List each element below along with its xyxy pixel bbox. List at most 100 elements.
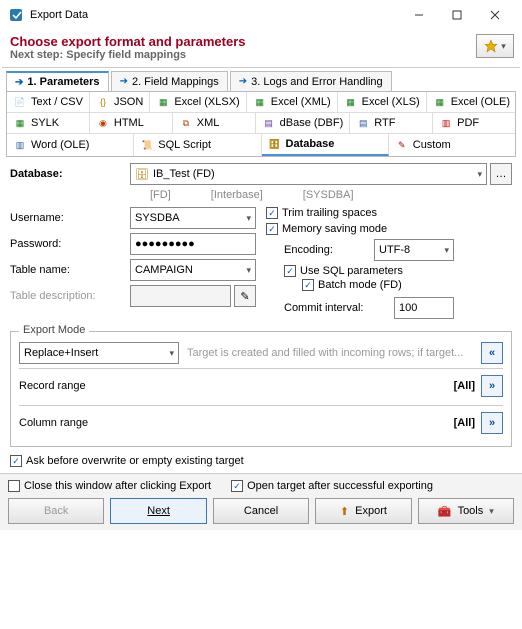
format-grid: 📄Text / CSV {}JSON ▦Excel (XLSX) ▦Excel … (6, 91, 516, 157)
sqlparams-checkbox[interactable]: ✓Use SQL parameters (284, 265, 512, 277)
arrow-icon: ➔ (239, 76, 247, 87)
page-subtitle: Next step: Specify field mappings (10, 49, 512, 61)
commit-input[interactable]: 100 (394, 297, 454, 319)
fmt-json[interactable]: {}JSON (90, 92, 150, 112)
database-browse-button[interactable]: … (490, 163, 512, 185)
database-label: Database: (10, 168, 130, 180)
excel-icon: ▦ (433, 95, 447, 109)
tools-button[interactable]: 🧰Tools▾ (418, 498, 514, 524)
app-icon (8, 7, 24, 23)
fmt-xls[interactable]: ▦Excel (XLS) (338, 92, 427, 112)
trim-checkbox[interactable]: ✓Trim trailing spaces (266, 207, 512, 219)
desc-edit-button[interactable]: ✎ (234, 285, 256, 307)
chevron-down-icon: ▾ (477, 169, 482, 180)
xml-icon: ⧉ (179, 116, 193, 130)
export-mode-label: Export Mode (19, 324, 89, 336)
commit-label: Commit interval: (284, 302, 394, 314)
back-button[interactable]: Back (8, 498, 104, 524)
export-mode-combo[interactable]: Replace+Insert▾ (19, 342, 179, 364)
fmt-sql[interactable]: 📜SQL Script (134, 134, 261, 156)
fmt-excel-ole[interactable]: ▦Excel (OLE) (427, 92, 516, 112)
footer: Close this window after clicking Export … (0, 473, 522, 530)
excel-icon: ▦ (344, 95, 358, 109)
column-range-value: [All] (454, 417, 475, 429)
fmt-html[interactable]: ◉HTML (90, 113, 173, 133)
encoding-label: Encoding: (284, 244, 374, 256)
fmt-sylk[interactable]: ▦SYLK (7, 113, 90, 133)
database-icon: 🗄 (268, 137, 282, 151)
db-icon: 🗄 (135, 168, 149, 181)
export-mode-hint: Target is created and filled with incomi… (187, 347, 473, 359)
fmt-rtf[interactable]: ▤RTF (350, 113, 433, 133)
pencil-icon: ✎ (240, 290, 249, 303)
next-button[interactable]: Next (110, 498, 206, 524)
minimize-button[interactable] (400, 2, 438, 28)
database-meta: [FD][Interbase][SYSDBA] (10, 189, 512, 201)
username-input[interactable]: SYSDBA▾ (130, 207, 256, 229)
fmt-xml[interactable]: ⧉XML (173, 113, 256, 133)
record-range-expand-button[interactable]: » (481, 375, 503, 397)
chevron-down-icon: ▾ (444, 245, 449, 256)
fmt-database[interactable]: 🗄Database (262, 134, 389, 156)
page-title: Choose export format and parameters (10, 34, 512, 49)
fmt-custom[interactable]: ✎Custom (389, 134, 515, 156)
export-button[interactable]: ⬆Export (315, 498, 411, 524)
pdf-icon: ▥ (439, 116, 453, 130)
sql-icon: 📜 (140, 138, 154, 152)
desc-label: Table description: (10, 290, 130, 302)
custom-icon: ✎ (395, 138, 409, 152)
titlebar: Export Data (0, 0, 522, 30)
collapse-button[interactable]: « (481, 342, 503, 364)
column-range-label: Column range (19, 417, 454, 429)
favorites-button[interactable]: ▾ (476, 34, 514, 58)
desc-input[interactable] (130, 285, 231, 307)
export-icon: ⬆ (340, 505, 349, 518)
column-range-expand-button[interactable]: » (481, 412, 503, 434)
fmt-excel-xml[interactable]: ▦Excel (XML) (247, 92, 338, 112)
close-after-checkbox[interactable]: Close this window after clicking Export (8, 480, 211, 492)
rtf-icon: ▤ (356, 116, 370, 130)
chevron-down-icon: ▾ (501, 41, 506, 52)
sylk-icon: ▦ (13, 116, 27, 130)
batch-checkbox[interactable]: ✓Batch mode (FD) (302, 279, 512, 291)
chevron-down-icon: ▾ (169, 348, 174, 359)
fmt-dbf[interactable]: ▤dBase (DBF) (256, 113, 351, 133)
wizard-tabs: ➔1. Parameters ➔2. Field Mappings ➔3. Lo… (0, 68, 522, 91)
maximize-button[interactable] (438, 2, 476, 28)
fmt-text[interactable]: 📄Text / CSV (7, 92, 90, 112)
window-title: Export Data (30, 9, 400, 21)
json-icon: {} (96, 95, 110, 109)
table-combo[interactable]: CAMPAIGN▾ (130, 259, 256, 281)
tab-logs[interactable]: ➔3. Logs and Error Handling (230, 71, 392, 91)
chevron-down-icon: ▾ (246, 265, 251, 276)
open-after-checkbox[interactable]: ✓Open target after successful exporting (231, 480, 433, 492)
memory-checkbox[interactable]: ✓Memory saving mode (266, 223, 512, 235)
password-label: Password: (10, 238, 130, 250)
username-label: Username: (10, 212, 130, 224)
fmt-word[interactable]: ▥Word (OLE) (7, 134, 134, 156)
arrow-icon: ➔ (120, 76, 128, 87)
record-range-value: [All] (454, 380, 475, 392)
fmt-pdf[interactable]: ▥PDF (433, 113, 515, 133)
word-icon: ▥ (13, 138, 27, 152)
cancel-button[interactable]: Cancel (213, 498, 309, 524)
header: Choose export format and parameters Next… (0, 30, 522, 67)
excel-icon: ▦ (156, 95, 170, 109)
record-range-label: Record range (19, 380, 454, 392)
close-button[interactable] (476, 2, 514, 28)
tab-parameters[interactable]: ➔1. Parameters (6, 71, 109, 91)
encoding-combo[interactable]: UTF-8▾ (374, 239, 454, 261)
text-icon: 📄 (13, 95, 27, 109)
arrow-icon: ➔ (15, 77, 23, 88)
database-combo[interactable]: 🗄IB_Test (FD) ▾ (130, 163, 487, 185)
chevron-down-icon: ▾ (246, 213, 251, 224)
password-input[interactable]: ●●●●●●●●● (130, 233, 256, 255)
form-body: Database: 🗄IB_Test (FD) ▾ … [FD][Interba… (0, 157, 522, 473)
dbf-icon: ▤ (262, 116, 276, 130)
tab-field-mappings[interactable]: ➔2. Field Mappings (111, 71, 228, 91)
fmt-xlsx[interactable]: ▦Excel (XLSX) (150, 92, 246, 112)
excel-icon: ▦ (253, 95, 267, 109)
ask-overwrite-checkbox[interactable]: ✓Ask before overwrite or empty existing … (10, 455, 512, 467)
tools-icon: 🧰 (438, 505, 452, 518)
chevron-down-icon: ▾ (489, 506, 494, 517)
